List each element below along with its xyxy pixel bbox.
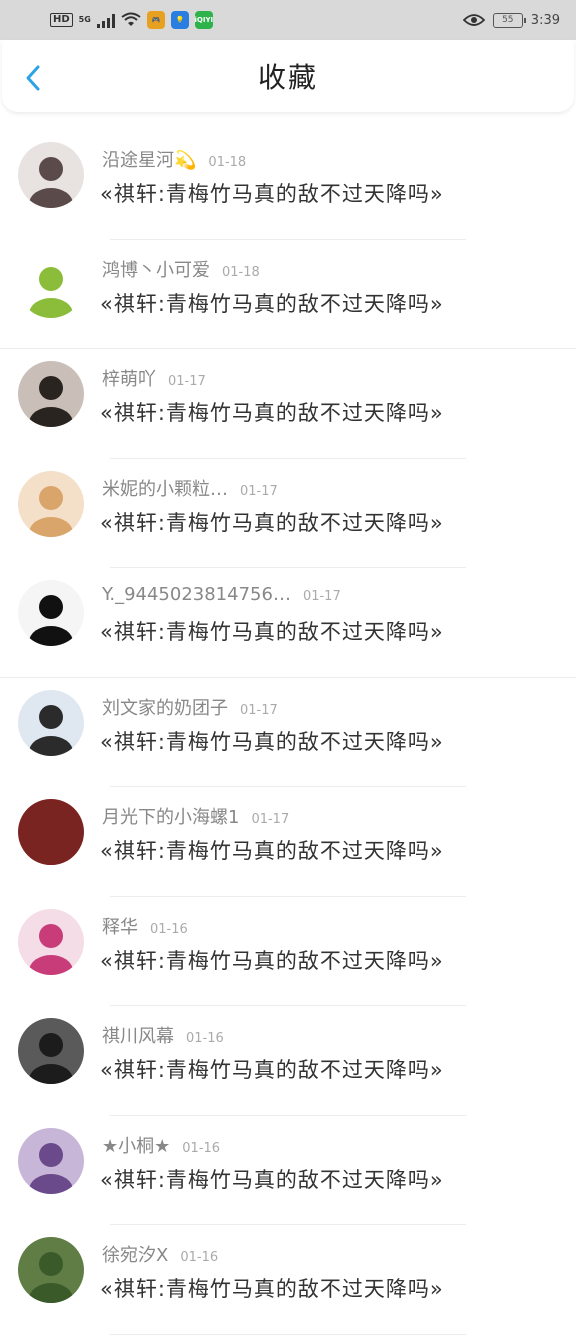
message-text[interactable]: «祺轩:青梅竹马真的敌不过天降吗» (100, 726, 444, 756)
username[interactable]: 徐宛汐X (102, 1241, 168, 1267)
hd-indicator: HD (50, 13, 73, 27)
favorites-list: 沿途星河💫 01-18 «祺轩:青梅竹马真的敌不过天降吗» 鸿博丶小可爱 01-… (0, 130, 576, 1335)
item-meta: ★小桐★ 01-16 (102, 1132, 220, 1158)
avatar[interactable] (18, 1127, 84, 1194)
avatar[interactable] (18, 1237, 84, 1303)
list-item[interactable]: Y._9445023814756… 01-17 «祺轩:青梅竹马真的敌不过天降吗… (0, 568, 576, 678)
avatar[interactable] (18, 251, 84, 318)
username[interactable]: 米妮的小颗粒… (102, 475, 228, 501)
date-label: 01-18 (208, 155, 247, 170)
avatar[interactable] (18, 580, 84, 646)
item-meta: 刘文家的奶团子 01-17 (102, 694, 278, 720)
date-label: 01-17 (240, 702, 278, 718)
item-meta: 沿途星河💫 01-18 (102, 146, 246, 172)
clock: 3:39 (530, 12, 560, 28)
username[interactable]: 释华 (102, 913, 138, 939)
wifi-icon (121, 12, 141, 26)
list-item[interactable]: 刘文家的奶团子 01-17 «祺轩:青梅竹马真的敌不过天降吗» (0, 678, 576, 787)
status-bar: HD 5G 🎮 💡 iQIYI 55 3:39 (0, 0, 576, 40)
username[interactable]: 鸿博丶小可爱 (102, 256, 210, 282)
list-item[interactable]: 沿途星河💫 01-18 «祺轩:青梅竹马真的敌不过天降吗» (0, 130, 576, 240)
divider (110, 1333, 466, 1335)
message-text[interactable]: «祺轩:青梅竹马真的敌不过天降吗» (100, 397, 444, 427)
date-label: 01-17 (240, 483, 278, 499)
eye-icon (462, 14, 485, 26)
avatar[interactable] (18, 799, 84, 865)
username[interactable]: ★小桐★ (102, 1132, 170, 1158)
date-label: 01-16 (180, 1250, 219, 1265)
iqiyi-app-icon: iQIYI (195, 11, 213, 29)
battery-icon: 55 (492, 12, 526, 28)
list-item[interactable]: 月光下的小海螺1 01-17 «祺轩:青梅竹马真的敌不过天降吗» (0, 787, 576, 897)
message-text[interactable]: «祺轩:青梅竹马真的敌不过天降吗» (100, 835, 444, 865)
date-label: 01-16 (186, 1031, 224, 1046)
list-item[interactable]: 梓萌吖 01-17 «祺轩:青梅竹马真的敌不过天降吗» (0, 349, 576, 459)
avatar[interactable] (18, 361, 84, 427)
avatar[interactable] (18, 1018, 84, 1084)
item-meta: Y._9445023814756… 01-17 (102, 584, 341, 605)
list-item[interactable]: ★小桐★ 01-16 «祺轩:青梅竹马真的敌不过天降吗» (0, 1116, 576, 1225)
username[interactable]: Y._9445023814756… (102, 584, 291, 605)
network-indicator: 5G (78, 15, 91, 24)
message-text[interactable]: «祺轩:青梅竹马真的敌不过天降吗» (100, 1164, 444, 1194)
avatar[interactable] (18, 908, 84, 975)
item-meta: 祺川风幕 01-16 (102, 1022, 224, 1048)
message-text[interactable]: «祺轩:青梅竹马真的敌不过天降吗» (100, 1273, 444, 1303)
message-text[interactable]: «祺轩:青梅竹马真的敌不过天降吗» (100, 178, 444, 208)
avatar[interactable] (18, 689, 84, 756)
bulb-app-icon: 💡 (170, 11, 189, 29)
item-meta: 米妮的小颗粒… 01-17 (102, 475, 278, 501)
date-label: 01-17 (168, 374, 206, 389)
message-text[interactable]: «祺轩:青梅竹马真的敌不过天降吗» (100, 507, 444, 537)
back-arrow-icon[interactable] (22, 64, 46, 92)
username[interactable]: 月光下的小海螺1 (102, 803, 239, 829)
avatar[interactable] (18, 470, 84, 537)
game-app-icon: 🎮 (146, 11, 165, 29)
message-text[interactable]: «祺轩:青梅竹马真的敌不过天降吗» (100, 945, 444, 975)
username[interactable]: 刘文家的奶团子 (102, 694, 228, 720)
page-title: 收藏 (257, 61, 318, 94)
list-item[interactable]: 祺川风幕 01-16 «祺轩:青梅竹马真的敌不过天降吗» (0, 1006, 576, 1116)
message-text[interactable]: «祺轩:青梅竹马真的敌不过天降吗» (100, 616, 444, 646)
item-meta: 梓萌吖 01-17 (102, 365, 206, 391)
item-meta: 鸿博丶小可爱 01-18 (102, 256, 260, 282)
message-text[interactable]: «祺轩:青梅竹马真的敌不过天降吗» (100, 1054, 444, 1084)
item-meta: 徐宛汐X 01-16 (102, 1241, 218, 1267)
list-item[interactable]: 米妮的小颗粒… 01-17 «祺轩:青梅竹马真的敌不过天降吗» (0, 459, 576, 568)
list-item[interactable]: 鸿博丶小可爱 01-18 «祺轩:青梅竹马真的敌不过天降吗» (0, 240, 576, 349)
date-label: 01-17 (251, 812, 290, 827)
username[interactable]: 梓萌吖 (102, 365, 156, 391)
username[interactable]: 沿途星河💫 (102, 146, 196, 172)
list-item[interactable]: 释华 01-16 «祺轩:青梅竹马真的敌不过天降吗» (0, 897, 576, 1006)
item-meta: 释华 01-16 (102, 913, 188, 939)
item-meta: 月光下的小海螺1 01-17 (102, 803, 289, 829)
date-label: 01-16 (150, 921, 188, 937)
avatar[interactable] (18, 142, 84, 208)
username[interactable]: 祺川风幕 (102, 1022, 174, 1048)
date-label: 01-18 (222, 264, 260, 280)
message-text[interactable]: «祺轩:青梅竹马真的敌不过天降吗» (100, 288, 444, 318)
signal-icon (96, 12, 115, 28)
date-label: 01-16 (182, 1140, 221, 1156)
top-bar: 收藏 (2, 40, 574, 112)
date-label: 01-17 (302, 589, 341, 604)
